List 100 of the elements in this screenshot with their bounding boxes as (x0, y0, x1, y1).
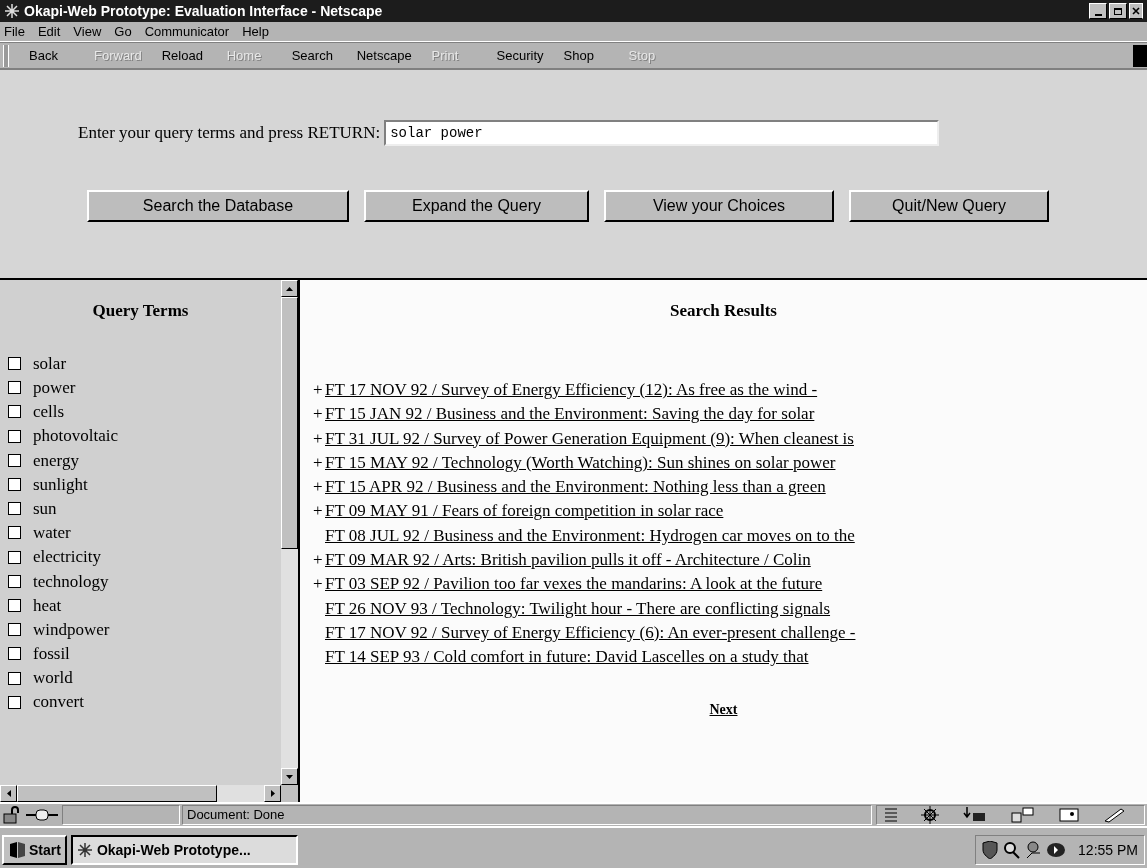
term-checkbox[interactable] (8, 647, 21, 661)
term-checkbox[interactable] (8, 381, 21, 395)
network-icon[interactable] (1024, 841, 1043, 859)
chat-icon[interactable] (1011, 807, 1035, 823)
vertical-scrollbar[interactable] (281, 280, 298, 785)
scroll-up-icon[interactable] (286, 286, 293, 291)
toolbar-grip[interactable] (3, 44, 9, 67)
results-heading: Search Results (669, 300, 778, 322)
start-button[interactable]: Start (2, 835, 67, 865)
term-checkbox[interactable] (8, 502, 21, 516)
scroll-thumb[interactable] (281, 297, 298, 549)
expand-marker[interactable]: + (313, 401, 325, 427)
term-checkbox[interactable] (8, 357, 21, 371)
scroll-thumb[interactable] (17, 785, 217, 802)
term-checkbox[interactable] (8, 671, 21, 685)
result-link[interactable]: FT 03 SEP 92 / Pavilion too far vexes the mandarins: A look at the future (325, 571, 823, 597)
term-label: solar (33, 352, 67, 375)
result-link[interactable]: FT 26 NOV 93 / Technology: Twilight hour - There are conflicting signals (325, 595, 831, 622)
result-link[interactable]: FT 15 MAY 92 / Technology (Worth Watching): Sun shines on solar power (325, 449, 836, 476)
windows-logo-icon (8, 841, 26, 859)
expand-marker[interactable]: + (313, 571, 325, 597)
speaker-bubble-icon[interactable] (1046, 842, 1067, 858)
result-link[interactable]: FT 31 JUL 92 / Survey of Power Generation Equipment (9): When cleanest is (325, 425, 854, 451)
term-checkbox[interactable] (8, 478, 21, 492)
download-icon[interactable] (963, 807, 987, 823)
term-checkbox[interactable] (8, 526, 21, 540)
term-label: technology (33, 570, 109, 593)
term-label: sun (33, 497, 57, 520)
app-icon (4, 3, 20, 19)
term-checkbox[interactable] (8, 429, 21, 443)
netscape-logo (1133, 45, 1147, 67)
action-button[interactable]: Expand the Query (364, 190, 589, 222)
expand-marker[interactable]: + (313, 425, 325, 451)
term-label: energy (33, 449, 79, 472)
menu-item[interactable]: View (73, 21, 102, 42)
action-button[interactable]: View your Choices (604, 190, 834, 222)
scroll-right-icon[interactable] (270, 790, 275, 797)
toolbar-button[interactable]: Search (291, 45, 337, 66)
close-button[interactable] (1129, 3, 1143, 19)
menu-item[interactable]: Edit (37, 21, 61, 42)
result-link[interactable]: FT 09 MAY 91 / Fears of foreign competition in solar race (325, 498, 724, 524)
menu-item[interactable]: Help (242, 21, 269, 42)
taskbar-button[interactable]: Okapi-Web Prototype... (70, 835, 298, 865)
action-button[interactable]: Search the Database (87, 190, 349, 222)
menu-item[interactable]: Go (114, 21, 132, 42)
term-checkbox[interactable] (8, 623, 21, 637)
restore-button[interactable] (1109, 3, 1127, 19)
toolbar-button[interactable]: Netscape (356, 45, 412, 66)
menu-item[interactable]: File (4, 21, 25, 42)
window-title: Okapi-Web Prototype: Evaluation Interface - Netscape (24, 1, 384, 21)
result-link[interactable]: FT 17 NOV 92 / Survey of Energy Efficiency (6): An ever-present challenge - (325, 619, 856, 646)
toolbar-button[interactable]: Shop (563, 45, 609, 66)
expand-marker[interactable]: + (313, 376, 325, 403)
lock-icon[interactable] (2, 806, 22, 824)
term-label: power (33, 377, 76, 400)
action-button[interactable]: Quit/New Query (849, 190, 1049, 222)
term-checkbox[interactable] (8, 695, 21, 709)
term-checkbox[interactable] (8, 453, 21, 467)
expand-marker[interactable]: + (313, 498, 325, 524)
term-label: water (33, 522, 71, 545)
result-link[interactable]: FT 15 APR 92 / Business and the Environment: Nothing less than a green (325, 474, 826, 500)
clock: 12:55 PM (1078, 840, 1138, 860)
term-checkbox[interactable] (8, 598, 21, 612)
result-link[interactable]: FT 15 JAN 92 / Business and the Environment: Saving the day for solar (325, 401, 815, 427)
next-link[interactable]: Next (709, 702, 738, 718)
result-link[interactable]: FT 17 NOV 92 / Survey of Energy Efficiency (12): As free as the wind - (325, 376, 818, 403)
magnifier-icon[interactable] (1002, 841, 1021, 859)
result-link[interactable]: FT 09 MAR 92 / Arts: British pavilion pulls it off - Architecture / Colin (325, 547, 811, 573)
minimize-button[interactable] (1089, 3, 1107, 19)
result-link[interactable]: FT 08 JUL 92 / Business and the Environment: Hydrogen car moves on to the (325, 522, 855, 549)
connection-icon[interactable] (24, 806, 60, 824)
term-checkbox[interactable] (8, 405, 21, 419)
term-label: photovoltaic (33, 425, 118, 448)
toolbar-button[interactable]: Security (496, 45, 544, 66)
query-label: Enter your query terms and press RETURN: (78, 122, 381, 145)
expand-marker[interactable]: + (313, 449, 325, 476)
term-label: sunlight (33, 473, 88, 496)
term-label: world (33, 667, 73, 690)
result-link[interactable]: FT 14 SEP 93 / Cold comfort in future: David Lascelles on a study that (325, 644, 809, 670)
list-icon[interactable] (885, 807, 897, 823)
expand-marker[interactable]: + (313, 474, 325, 500)
scroll-down-icon[interactable] (286, 774, 293, 779)
menu-item[interactable]: Communicator (144, 21, 230, 42)
query-terms-heading: Query Terms (91, 300, 190, 322)
toolbar-button[interactable]: Reload (161, 45, 207, 66)
term-label: cells (33, 401, 65, 424)
shield-icon[interactable] (982, 841, 999, 859)
toolbar-button[interactable]: Back (29, 45, 74, 66)
scrollbar-corner (281, 785, 298, 802)
contact-card-icon[interactable] (1059, 807, 1079, 823)
horizontal-scrollbar[interactable] (0, 785, 298, 802)
app-icon (76, 842, 93, 858)
ship-wheel-icon[interactable] (921, 806, 939, 824)
pen-icon[interactable] (1103, 807, 1125, 823)
term-checkbox[interactable] (8, 574, 21, 588)
query-input[interactable]: solar power (384, 120, 940, 146)
scroll-left-icon[interactable] (6, 790, 11, 797)
term-label: heat (33, 594, 62, 617)
expand-marker[interactable]: + (313, 547, 325, 573)
term-checkbox[interactable] (8, 550, 21, 564)
